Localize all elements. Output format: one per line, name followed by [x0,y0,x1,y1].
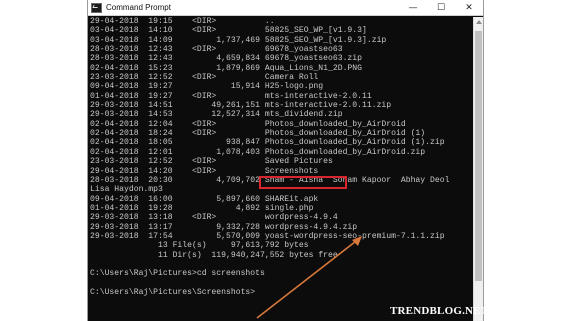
console-line: 11 Dir(s) 119,940,247,552 bytes free [90,250,338,260]
console-output[interactable]: 29-04-2018 19:15 <DIR> .. 03-04-2018 14:1… [90,17,473,321]
console-line: 02-04-2018 12:04 <DIR> Photos_downloaded… [90,119,406,129]
console-line: 28-03-2018 12:43 <DIR> 69678_yoastseo63 [90,45,343,55]
console-line: 09-04-2018 16:00 5,897,660 SHAREit.apk [90,194,319,204]
title-bar[interactable]: Command Prompt — ☐ ✕ [88,0,483,16]
console-line: 28-03-2018 12:43 4,659,834 69678_yoastse… [90,54,362,64]
console-line: 29-03-2018 14:53 12,527,314 mts_dividend… [90,110,343,120]
console-line: 13 File(s) 97,613,792 bytes [90,241,309,251]
console-line: 29-03-2018 14:51 49,261,151 mts-interact… [90,101,392,111]
console-line: 29-03-2018 17:54 5,570,009 yoast-wordpre… [90,231,445,241]
console-line: 29-03-2018 13:18 <DIR> wordpress-4.9.4 [90,213,338,223]
console-line: 02-04-2018 18:05 938,847 Photos_download… [90,138,445,148]
console-line: C:\Users\Raj\Pictures>cd screenshots [90,269,265,279]
console-line: 02-04-2018 18:24 <DIR> Photos_downloaded… [90,129,426,139]
close-button[interactable]: ✕ [455,0,483,16]
console-line: 29-04-2018 14:20 <DIR> Screenshots [90,166,319,176]
console-line: 29-04-2018 19:15 <DIR> .. [90,17,275,26]
maximize-button[interactable]: ☐ [427,0,455,16]
watermark-logo: TRENDBLOG.NET [390,305,489,317]
console-line: 01-04-2018 19:27 <DIR> mts-interactive-2… [90,91,372,101]
window-controls: — ☐ ✕ [399,0,483,16]
console-line: 09-04-2018 19:27 15,914 H25-logo.png [90,82,324,92]
screenshots-highlight-box [259,176,347,189]
console-line: 02-04-2018 15:23 1,879,869 Aqua_Lions_N1… [90,63,362,73]
console-line: 01-04-2018 19:28 4,892 single.php [90,203,314,213]
console-line: C:\Users\Raj\Pictures\Screenshots> [90,287,256,297]
command-prompt-window: Command Prompt — ☐ ✕ 29-04-2018 19:15 <D… [87,0,484,321]
console-line: 23-03-2018 12:52 <DIR> Camera Roll [90,73,319,83]
console-line: 23-03-2018 12:52 <DIR> Saved Pictures [90,157,333,167]
window-title: Command Prompt [106,3,171,12]
minimize-button[interactable]: — [399,0,427,16]
scroll-up-arrow-icon[interactable] [476,20,482,24]
cmd-app-icon [91,2,102,13]
vertical-scrollbar[interactable] [473,17,483,321]
console-line: 02-04-2018 12:01 1,078,403 Photos_downlo… [90,147,426,157]
console-line: 03-04-2018 14:10 <DIR> 58825_SEO_WP_[v1.… [90,26,367,36]
console-line: 03-04-2018 14:09 1,737,469 58825_SEO_WP_… [90,35,387,45]
console-line: 29-03-2018 13:17 9,332,728 wordpress-4.9… [90,222,358,232]
scroll-thumb[interactable] [475,31,482,281]
